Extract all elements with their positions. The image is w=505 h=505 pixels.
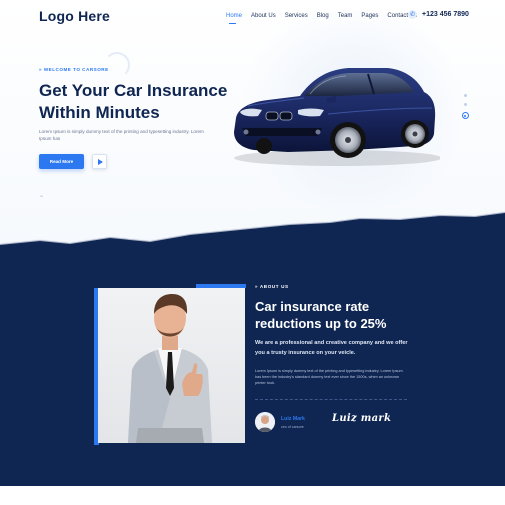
about-section: [0, 210, 505, 486]
slider-dot[interactable]: [463, 103, 467, 106]
businessman-image: [128, 294, 212, 443]
hero-description: Lorem Ipsum is simply dummy text of the …: [39, 129, 204, 141]
about-eyebrow: » ABOUT US: [255, 284, 289, 289]
header-phone[interactable]: ✆ +123 456 7890: [408, 10, 469, 19]
about-photo: [98, 288, 245, 443]
phone-number: +123 456 7890: [422, 11, 469, 18]
read-more-button[interactable]: Read More: [39, 154, 84, 169]
hero-eyebrow-text: WELCOME TO CARSORE: [43, 67, 109, 72]
car-image: [234, 68, 440, 166]
play-video-button[interactable]: [92, 154, 107, 169]
author-name: Luiz Mark: [281, 416, 305, 422]
logo[interactable]: Logo Here: [39, 8, 110, 24]
about-description: Lorem Ipsum is simply dummy text of the …: [255, 369, 403, 385]
decorative-ring: [104, 52, 130, 78]
slider-dots: [461, 94, 469, 125]
about-title: Car insurance rate reductions up to 25%: [255, 299, 387, 331]
slider-dot[interactable]: [463, 94, 467, 97]
nav-pages[interactable]: Pages: [361, 12, 378, 20]
avatar: [255, 412, 275, 432]
nav-team[interactable]: Team: [338, 12, 353, 20]
nav-services[interactable]: Services: [285, 12, 308, 20]
nav-blog[interactable]: Blog: [317, 12, 329, 20]
hero-title: Get Your Car Insurance Within Minutes: [39, 81, 228, 122]
nav-about-us[interactable]: About Us: [251, 12, 276, 20]
about-background: [0, 211, 505, 486]
chevron-down-icon[interactable]: ⌄: [38, 192, 45, 199]
nav-home[interactable]: Home: [226, 12, 242, 24]
main-nav: Home About Us Services Blog Team Pages C…: [226, 12, 417, 24]
author-role: ceo of carsore: [281, 425, 304, 429]
phone-icon: ✆: [408, 10, 417, 19]
about-eyebrow-text: ABOUT US: [259, 284, 289, 289]
about-lead: We are a professional and creative compa…: [255, 340, 408, 356]
divider: [255, 399, 407, 400]
author-photo: [255, 412, 275, 432]
signature: Luiz mark: [332, 413, 392, 424]
slider-dot-active[interactable]: [461, 112, 469, 119]
hero-eyebrow: » WELCOME TO CARSORE: [39, 67, 109, 72]
